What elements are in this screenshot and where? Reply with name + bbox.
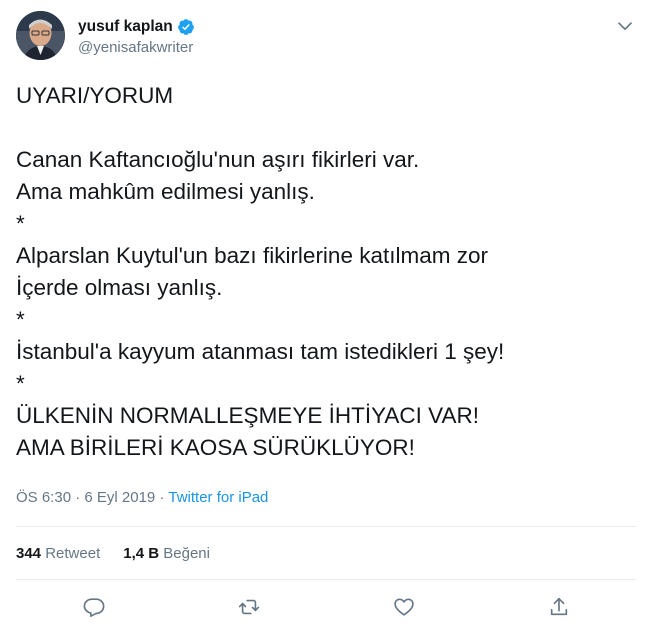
tweet-source-link[interactable]: Twitter for iPad <box>168 489 268 506</box>
tweet-line: * <box>16 371 25 396</box>
tweet-line: UYARI/YORUM <box>16 83 174 108</box>
retweets-count: 344 <box>16 545 42 562</box>
tweet-line: AMA BİRİLERİ KAOSA SÜRÜKLÜYOR! <box>16 435 415 460</box>
verified-badge-icon <box>177 18 195 36</box>
tweet-line: İstanbul'a kayyum atanması tam istedikle… <box>16 339 505 364</box>
likes-stat[interactable]: 1,4 B Beğeni <box>123 545 210 562</box>
meta-separator: · <box>75 489 81 506</box>
chevron-down-icon[interactable] <box>614 15 636 37</box>
author-handle[interactable]: @yenisafakwriter <box>78 39 195 56</box>
tweet-line: Alparslan Kuytul'un bazı fikirlerine kat… <box>16 243 488 268</box>
tweet-stats: 344 Retweet 1,4 B Beğeni <box>16 545 210 562</box>
tweet-meta: ÖS 6:30 · 6 Eyl 2019 · Twitter for iPad <box>16 489 268 506</box>
tweet-line: * <box>16 307 25 332</box>
retweets-label: Retweet <box>45 545 101 562</box>
tweet-line <box>16 112 636 144</box>
tweet-line: Canan Kaftancıoğlu'nun aşırı fikirleri v… <box>16 147 420 172</box>
likes-count: 1,4 B <box>123 545 160 562</box>
avatar[interactable] <box>16 11 65 60</box>
author-display-name[interactable]: yusuf kaplan <box>78 18 173 36</box>
tweet-header: yusuf kaplan @yenisafakwriter <box>16 11 636 63</box>
tweet-line: * <box>16 211 25 236</box>
likes-label: Beğeni <box>163 545 210 562</box>
tweet-line: Ama mahkûm edilmesi yanlış. <box>16 179 315 204</box>
tweet-actions <box>0 592 652 622</box>
retweets-stat[interactable]: 344 Retweet <box>16 545 100 562</box>
tweet-text: UYARI/YORUM Canan Kaftancıoğlu'nun aşırı… <box>16 80 636 464</box>
share-icon[interactable] <box>544 592 574 622</box>
tweet-time[interactable]: ÖS 6:30 <box>16 489 71 506</box>
tweet-card: yusuf kaplan @yenisafakwriter UYARI/YORU… <box>0 0 652 633</box>
meta-separator: · <box>159 489 165 506</box>
tweet-date[interactable]: 6 Eyl 2019 <box>84 489 155 506</box>
divider <box>16 579 636 580</box>
reply-icon[interactable] <box>79 592 109 622</box>
author-names: yusuf kaplan @yenisafakwriter <box>78 16 195 56</box>
retweet-icon[interactable] <box>234 592 264 622</box>
tweet-line: İçerde olması yanlış. <box>16 275 223 300</box>
tweet-line: ÜLKENİN NORMALLEŞMEYE İHTİYACI VAR! <box>16 403 480 428</box>
divider <box>16 526 636 527</box>
heart-icon[interactable] <box>389 592 419 622</box>
